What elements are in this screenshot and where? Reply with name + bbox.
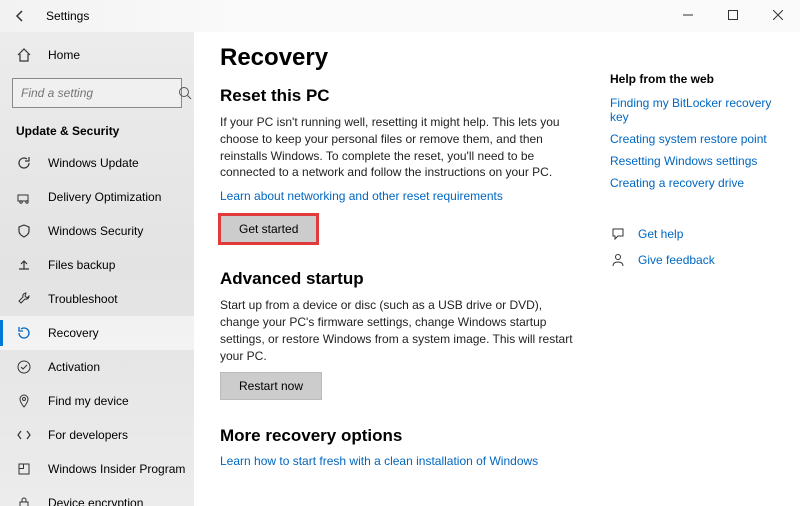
sidebar-item-label: Files backup bbox=[48, 258, 115, 272]
search-box[interactable] bbox=[12, 78, 182, 108]
recovery-icon bbox=[16, 325, 32, 341]
sidebar-item-label: Troubleshoot bbox=[48, 292, 118, 306]
backup-icon bbox=[16, 257, 32, 273]
reset-pc-section: Reset this PC If your PC isn't running w… bbox=[220, 86, 580, 243]
help-link-restore-point[interactable]: Creating system restore point bbox=[610, 132, 780, 146]
sidebar-section-label: Update & Security bbox=[0, 114, 194, 146]
search-input[interactable] bbox=[21, 86, 178, 100]
sidebar-item-label: Find my device bbox=[48, 394, 129, 408]
reset-learn-link[interactable]: Learn about networking and other reset r… bbox=[220, 189, 503, 203]
sidebar-item-label: Activation bbox=[48, 360, 100, 374]
sidebar-item-recovery[interactable]: Recovery bbox=[0, 316, 194, 350]
help-link-bitlocker[interactable]: Finding my BitLocker recovery key bbox=[610, 96, 780, 124]
wrench-icon bbox=[16, 291, 32, 307]
sidebar-home[interactable]: Home bbox=[0, 38, 194, 72]
sidebar-item-windows-update[interactable]: Windows Update bbox=[0, 146, 194, 180]
more-recovery-section: More recovery options Learn how to start… bbox=[220, 426, 580, 480]
reset-description: If your PC isn't running well, resetting… bbox=[220, 114, 580, 181]
main-content: Recovery Reset this PC If your PC isn't … bbox=[194, 32, 800, 506]
help-heading: Help from the web bbox=[610, 72, 780, 86]
help-link-reset-settings[interactable]: Resetting Windows settings bbox=[610, 154, 780, 168]
sidebar-item-windows-security[interactable]: Windows Security bbox=[0, 214, 194, 248]
close-button[interactable] bbox=[755, 0, 800, 30]
get-help-action[interactable]: Get help bbox=[610, 226, 780, 242]
advanced-description: Start up from a device or disc (such as … bbox=[220, 297, 580, 364]
more-recovery-link[interactable]: Learn how to start fresh with a clean in… bbox=[220, 454, 538, 468]
restart-now-button[interactable]: Restart now bbox=[220, 372, 322, 400]
give-feedback-action[interactable]: Give feedback bbox=[610, 252, 780, 268]
sidebar-item-label: Windows Update bbox=[48, 156, 139, 170]
advanced-heading: Advanced startup bbox=[220, 269, 580, 289]
sidebar-item-troubleshoot[interactable]: Troubleshoot bbox=[0, 282, 194, 316]
sidebar-home-label: Home bbox=[48, 48, 80, 62]
sidebar-item-find-my-device[interactable]: Find my device bbox=[0, 384, 194, 418]
maximize-button[interactable] bbox=[710, 0, 755, 30]
sidebar: Home Update & Security Windows Update De… bbox=[0, 32, 194, 506]
home-icon bbox=[16, 47, 32, 63]
reset-heading: Reset this PC bbox=[220, 86, 580, 106]
get-started-button[interactable]: Get started bbox=[220, 215, 317, 243]
help-bubble-icon bbox=[610, 226, 626, 242]
window-controls bbox=[665, 0, 800, 30]
sidebar-item-files-backup[interactable]: Files backup bbox=[0, 248, 194, 282]
check-icon bbox=[16, 359, 32, 375]
get-help-label: Get help bbox=[638, 227, 683, 241]
minimize-button[interactable] bbox=[665, 0, 710, 30]
search-icon bbox=[178, 86, 192, 100]
sidebar-item-activation[interactable]: Activation bbox=[0, 350, 194, 384]
help-link-recovery-drive[interactable]: Creating a recovery drive bbox=[610, 176, 780, 190]
window-title: Settings bbox=[46, 9, 89, 23]
sidebar-item-device-encryption[interactable]: Device encryption bbox=[0, 486, 194, 506]
help-panel: Help from the web Finding my BitLocker r… bbox=[610, 44, 780, 506]
more-heading: More recovery options bbox=[220, 426, 580, 446]
sidebar-item-windows-insider[interactable]: Windows Insider Program bbox=[0, 452, 194, 486]
location-icon bbox=[16, 393, 32, 409]
give-feedback-label: Give feedback bbox=[638, 253, 715, 267]
sidebar-item-label: For developers bbox=[48, 428, 128, 442]
sidebar-item-label: Device encryption bbox=[48, 496, 143, 506]
sidebar-item-for-developers[interactable]: For developers bbox=[0, 418, 194, 452]
feedback-icon bbox=[610, 252, 626, 268]
delivery-icon bbox=[16, 189, 32, 205]
page-title: Recovery bbox=[220, 44, 580, 72]
sidebar-item-delivery-optimization[interactable]: Delivery Optimization bbox=[0, 180, 194, 214]
back-button[interactable] bbox=[8, 4, 32, 28]
sidebar-item-label: Windows Insider Program bbox=[48, 462, 185, 476]
shield-icon bbox=[16, 223, 32, 239]
lock-icon bbox=[16, 495, 32, 506]
insider-icon bbox=[16, 461, 32, 477]
sidebar-item-label: Delivery Optimization bbox=[48, 190, 161, 204]
sync-icon bbox=[16, 155, 32, 171]
sidebar-item-label: Recovery bbox=[48, 326, 99, 340]
sidebar-item-label: Windows Security bbox=[48, 224, 143, 238]
code-icon bbox=[16, 427, 32, 443]
advanced-startup-section: Advanced startup Start up from a device … bbox=[220, 269, 580, 400]
